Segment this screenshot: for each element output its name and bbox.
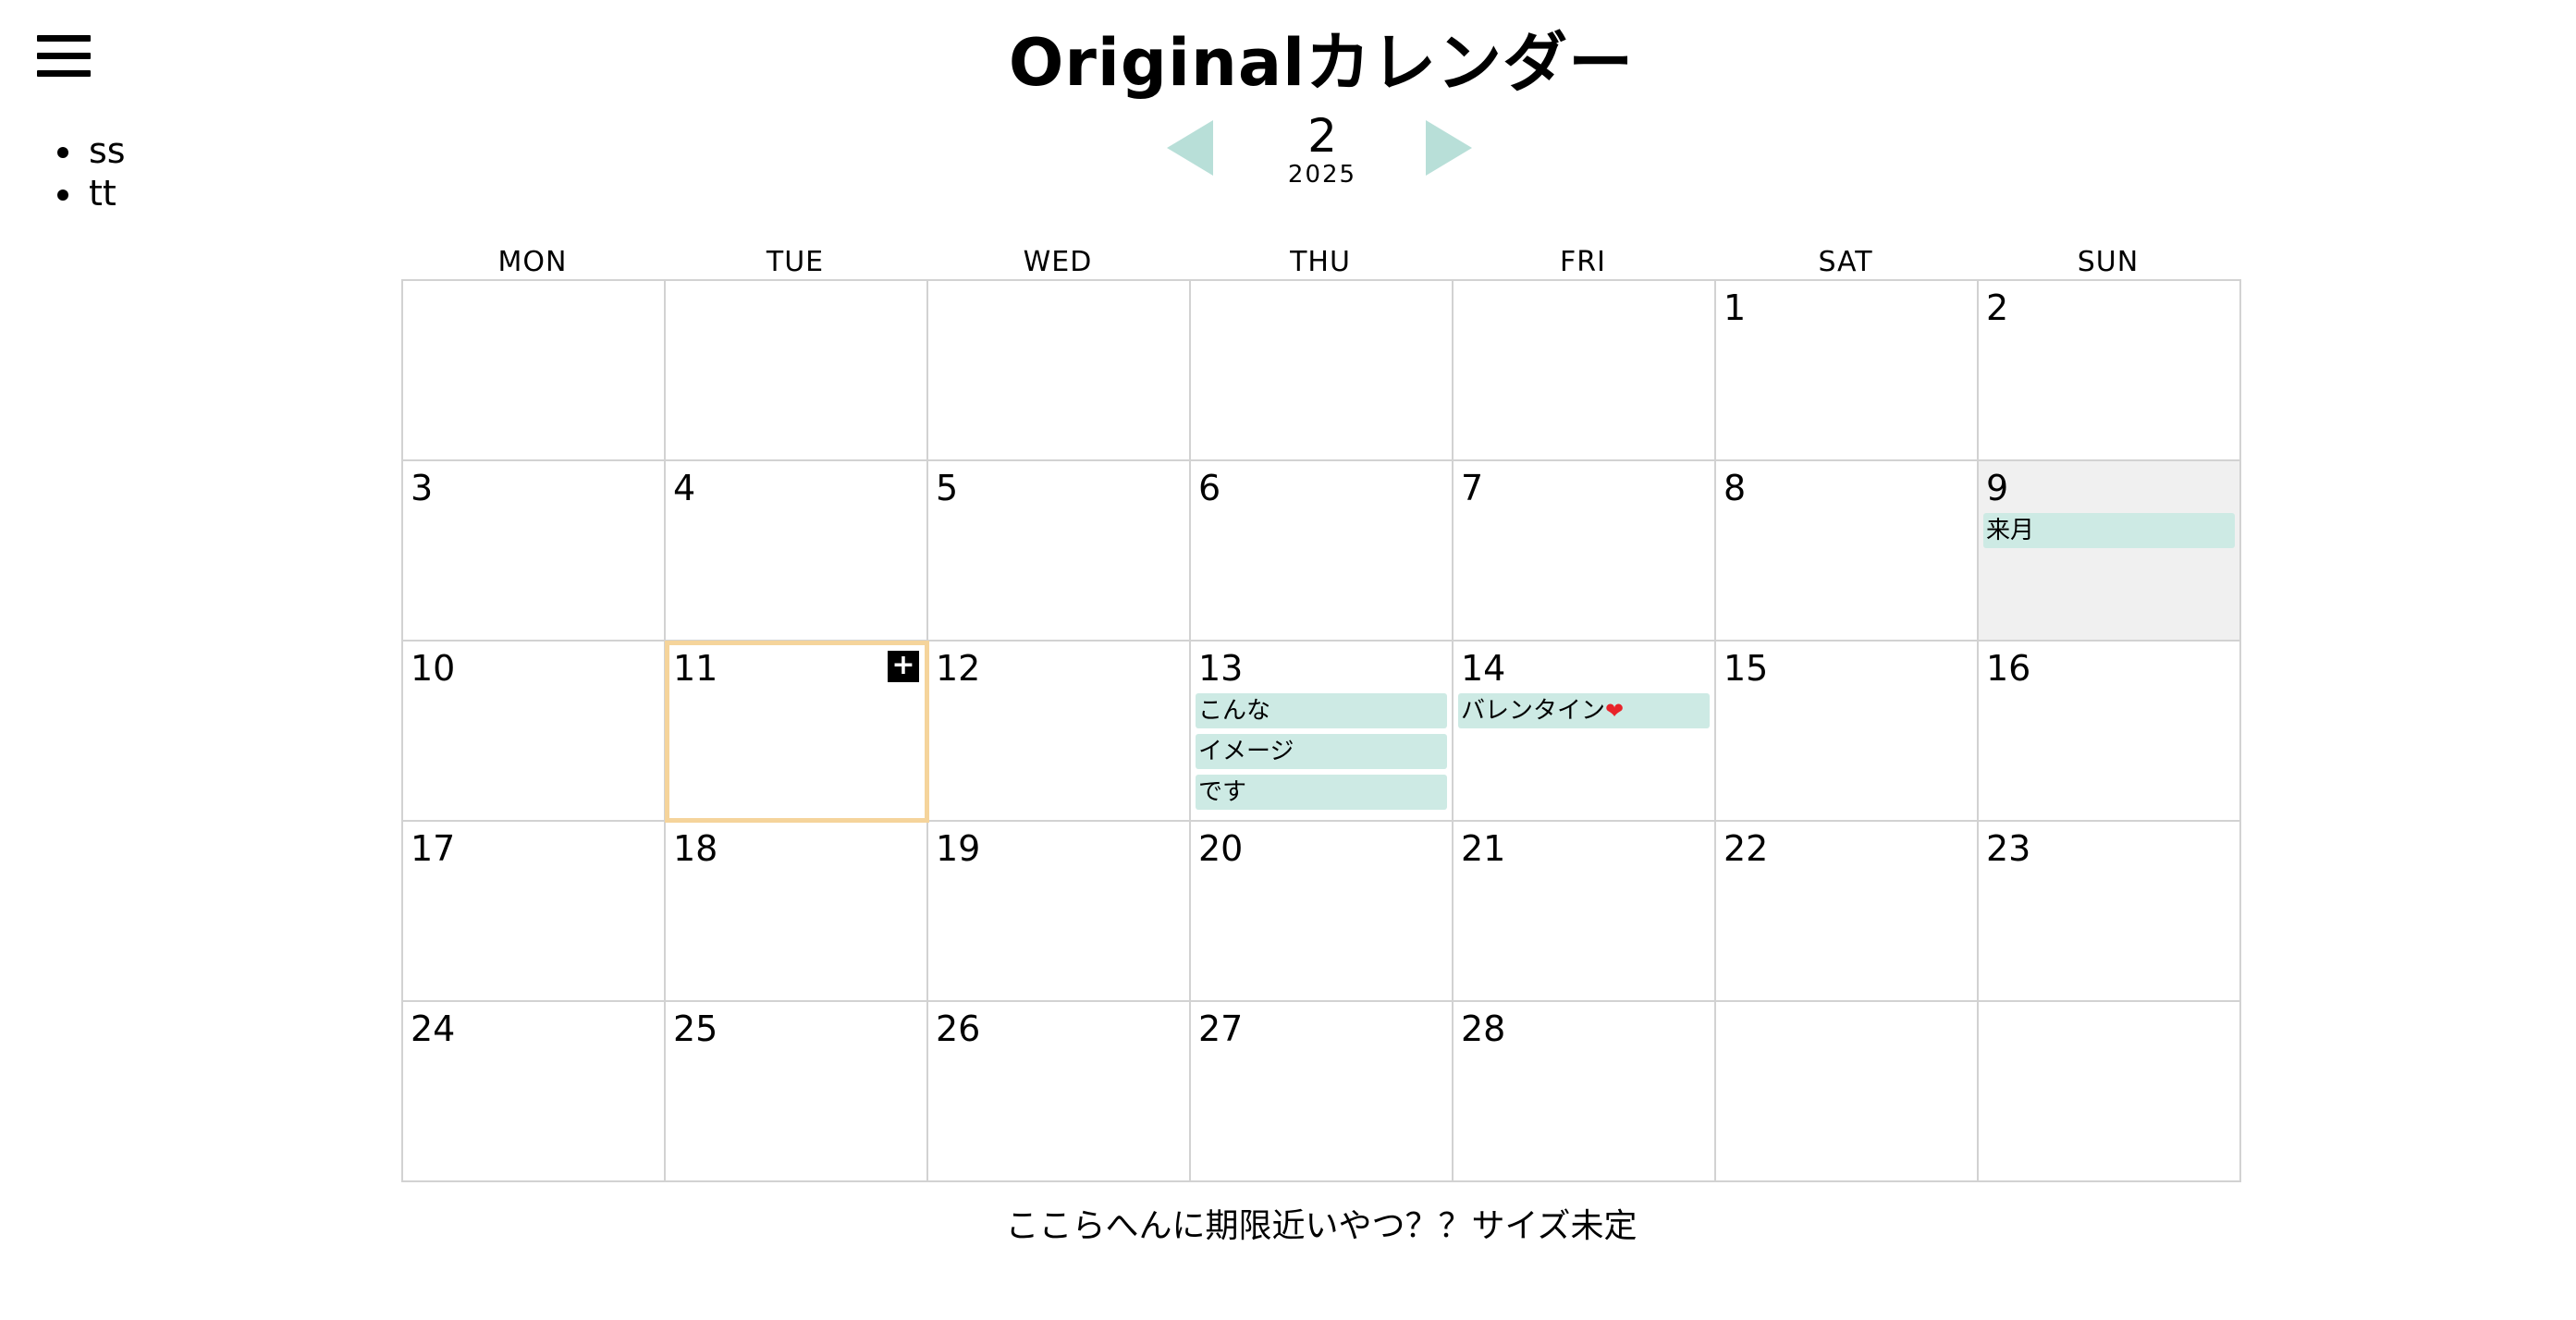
event-label: こんな: [1198, 697, 1271, 725]
current-year: 2025: [1287, 161, 1357, 189]
day-cell-27[interactable]: 27: [1191, 1002, 1454, 1182]
day-cell-25[interactable]: 25: [666, 1002, 928, 1182]
day-number: 5: [936, 468, 959, 508]
day-number: 18: [673, 828, 718, 869]
event-item[interactable]: です: [1196, 775, 1447, 810]
day-number: 6: [1198, 468, 1221, 508]
day-cell-10[interactable]: 10: [403, 642, 666, 822]
weekday-fri: FRI: [1560, 246, 1606, 278]
day-cell-5[interactable]: 5: [928, 461, 1191, 642]
day-cell-16[interactable]: 16: [1979, 642, 2241, 822]
event-list: バレンタイン❤: [1458, 693, 1710, 734]
empty-day-cell: [666, 281, 928, 461]
day-cell-20[interactable]: 20: [1191, 822, 1454, 1002]
day-cell-13[interactable]: 13 こんな イメージ です: [1191, 642, 1454, 822]
day-number: 8: [1723, 468, 1747, 508]
day-cell-18[interactable]: 18: [666, 822, 928, 1002]
day-number: 7: [1461, 468, 1484, 508]
day-number: 25: [673, 1008, 718, 1049]
calendar-page: ss tt Originalカレンダー 2 2025 MON TUE WED T…: [0, 0, 2576, 1320]
day-number: 27: [1198, 1008, 1244, 1049]
add-event-button[interactable]: +: [888, 651, 919, 682]
weekday-header: MON TUE WED THU FRI SAT SUN: [401, 242, 2241, 279]
day-cell-12[interactable]: 12: [928, 642, 1191, 822]
day-number: 20: [1198, 828, 1244, 869]
day-cell-26[interactable]: 26: [928, 1002, 1191, 1182]
day-cell-15[interactable]: 15: [1716, 642, 1979, 822]
weekday-sat: SAT: [1818, 246, 1873, 278]
day-cell-19[interactable]: 19: [928, 822, 1191, 1002]
event-list: 来月: [1983, 513, 2235, 554]
empty-day-cell: [1191, 281, 1454, 461]
day-cell-7[interactable]: 7: [1454, 461, 1716, 642]
event-label: バレンタイン: [1461, 697, 1606, 725]
day-cell-8[interactable]: 8: [1716, 461, 1979, 642]
day-number: 28: [1461, 1008, 1506, 1049]
event-label: イメージ: [1198, 738, 1294, 765]
day-cell-11[interactable]: 11 +: [665, 641, 929, 823]
empty-day-cell: [1716, 1002, 1979, 1182]
empty-day-cell: [928, 281, 1191, 461]
day-cell-4[interactable]: 4: [666, 461, 928, 642]
empty-day-cell: [403, 281, 666, 461]
weekday-tue: TUE: [766, 246, 825, 278]
day-cell-23[interactable]: 23: [1979, 822, 2241, 1002]
day-number: 16: [1986, 648, 2031, 689]
event-label: です: [1198, 778, 1247, 806]
weekday-sun: SUN: [2077, 246, 2140, 278]
empty-day-cell: [1979, 1002, 2241, 1182]
day-number: 26: [936, 1008, 981, 1049]
day-number: 10: [411, 648, 456, 689]
weekday-thu: THU: [1290, 246, 1351, 278]
day-number: 9: [1986, 468, 2009, 508]
current-month: 2: [1307, 109, 1337, 163]
day-cell-28[interactable]: 28: [1454, 1002, 1716, 1182]
weekday-wed: WED: [1023, 246, 1093, 278]
triangle-left-icon[interactable]: [1167, 120, 1213, 176]
day-number: 15: [1723, 648, 1769, 689]
day-cell-9[interactable]: 9 来月: [1979, 461, 2241, 642]
calendar-grid: 1 2 3 4 5 6 7 8 9 来月 10 11 +12 13 こんな イメージ です 14 バレンタイン❤ 15…: [401, 279, 2241, 1182]
day-number: 17: [411, 828, 456, 869]
day-cell-17[interactable]: 17: [403, 822, 666, 1002]
day-number: 13: [1198, 648, 1244, 689]
day-number: 19: [936, 828, 981, 869]
day-number: 14: [1461, 648, 1506, 689]
day-cell-2[interactable]: 2: [1979, 281, 2241, 461]
triangle-right-icon[interactable]: [1426, 120, 1472, 176]
day-cell-1[interactable]: 1: [1716, 281, 1979, 461]
day-number: 23: [1986, 828, 2031, 869]
day-number: 4: [673, 468, 696, 508]
day-cell-3[interactable]: 3: [403, 461, 666, 642]
day-number: 11: [673, 648, 718, 689]
deadline-note: ここらへんに期限近いやつ？？サイズ未定: [1005, 1207, 1638, 1245]
event-label: 来月: [1986, 517, 2035, 544]
day-number: 24: [411, 1008, 456, 1049]
month-calendar: MON TUE WED THU FRI SAT SUN 1 2 3 4 5 6 7 8 9 来月 1…: [401, 242, 2241, 1182]
day-number: 2: [1986, 287, 2009, 328]
sidebar-list: ss tt: [50, 129, 126, 214]
day-number: 22: [1723, 828, 1769, 869]
sidebar-item-tt[interactable]: tt: [85, 172, 126, 214]
weekday-mon: MON: [497, 246, 568, 278]
day-number: 3: [411, 468, 434, 508]
day-cell-24[interactable]: 24: [403, 1002, 666, 1182]
day-number: 1: [1723, 287, 1747, 328]
heart-icon: ❤: [1605, 698, 1625, 724]
event-item[interactable]: こんな: [1196, 693, 1447, 728]
day-number: 21: [1461, 828, 1506, 869]
sidebar-item-ss[interactable]: ss: [85, 129, 126, 172]
day-cell-6[interactable]: 6: [1191, 461, 1454, 642]
event-item[interactable]: 来月: [1983, 513, 2235, 548]
event-list: こんな イメージ です: [1196, 693, 1447, 815]
event-item[interactable]: バレンタイン❤: [1458, 693, 1710, 728]
event-item[interactable]: イメージ: [1196, 734, 1447, 769]
empty-day-cell: [1454, 281, 1716, 461]
month-navigator: 2 2025: [1167, 109, 1478, 198]
day-cell-14[interactable]: 14 バレンタイン❤: [1454, 642, 1716, 822]
day-cell-22[interactable]: 22: [1716, 822, 1979, 1002]
day-number: 12: [936, 648, 981, 689]
page-title: Originalカレンダー: [1008, 25, 1635, 101]
day-cell-21[interactable]: 21: [1454, 822, 1716, 1002]
